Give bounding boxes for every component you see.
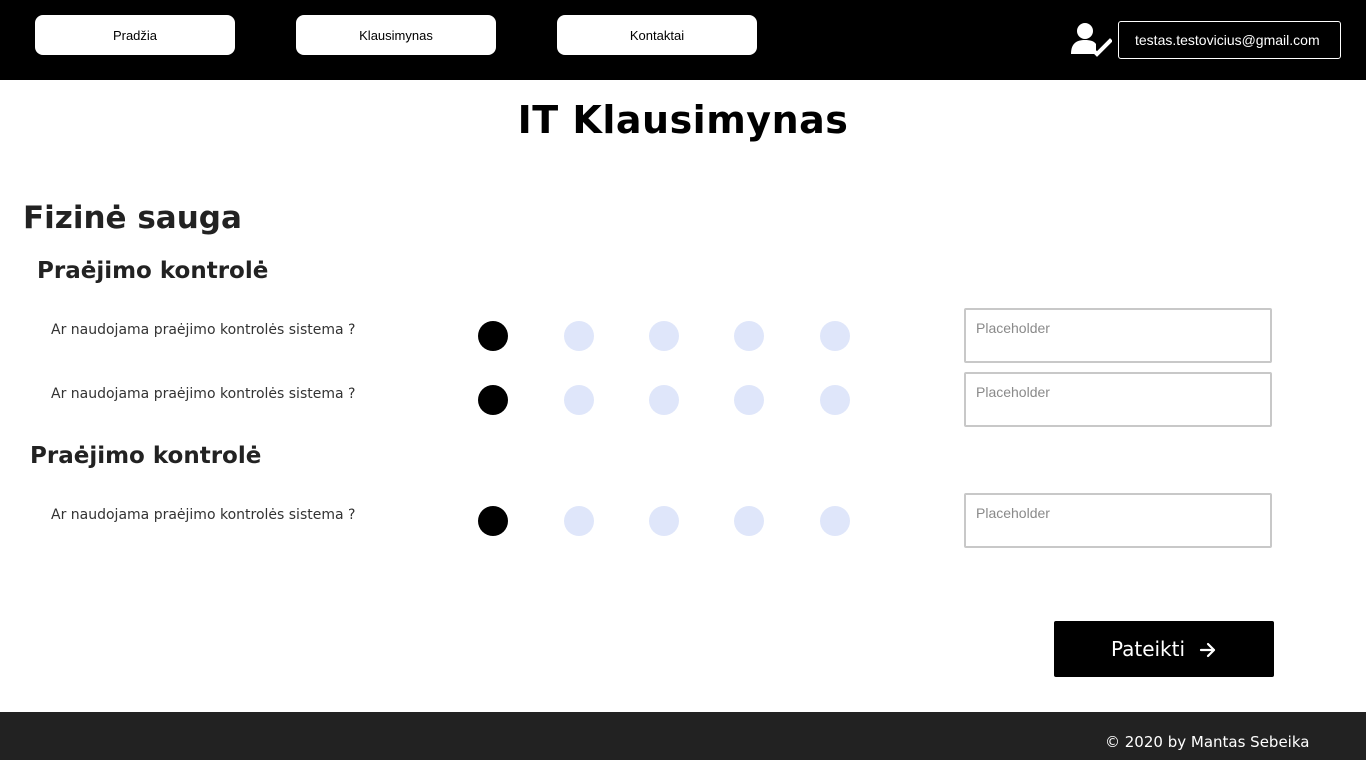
- comment-input[interactable]: [964, 308, 1272, 363]
- question-text: Ar naudojama praėjimo kontrolės sistema …: [51, 386, 356, 402]
- rating-option-3[interactable]: [649, 385, 679, 415]
- copyright-text: © 2020 by Mantas Sebeika: [1105, 733, 1310, 751]
- rating-option-2[interactable]: [564, 321, 594, 351]
- subsection-title: Praėjimo kontrolė: [37, 258, 269, 284]
- rating-option-5[interactable]: [820, 385, 850, 415]
- section-title: Fizinė sauga: [23, 200, 242, 236]
- page-title: IT Klausimynas: [517, 98, 849, 142]
- rating-option-2[interactable]: [564, 385, 594, 415]
- rating-option-2[interactable]: [564, 506, 594, 536]
- nav-button-klausimynas[interactable]: Klausimynas: [296, 15, 496, 55]
- rating-option-3[interactable]: [649, 506, 679, 536]
- rating-option-3[interactable]: [649, 321, 679, 351]
- nav-button-pradzia[interactable]: Pradžia: [35, 15, 235, 55]
- top-navigation-bar: Pradžia Klausimynas Kontaktai testas.tes…: [0, 0, 1366, 80]
- arrow-right-icon: [1199, 640, 1217, 658]
- rating-option-1[interactable]: [478, 506, 508, 536]
- rating-option-1[interactable]: [478, 321, 508, 351]
- question-text: Ar naudojama praėjimo kontrolės sistema …: [51, 507, 356, 523]
- submit-button[interactable]: Pateikti: [1054, 621, 1274, 677]
- user-check-icon[interactable]: [1070, 21, 1113, 59]
- comment-input[interactable]: [964, 493, 1272, 548]
- comment-input[interactable]: [964, 372, 1272, 427]
- submit-label: Pateikti: [1110, 637, 1186, 661]
- rating-option-1[interactable]: [478, 385, 508, 415]
- nav-button-kontaktai[interactable]: Kontaktai: [557, 15, 757, 55]
- user-email: testas.testovicius@gmail.com: [1118, 21, 1341, 59]
- rating-option-5[interactable]: [820, 321, 850, 351]
- question-text: Ar naudojama praėjimo kontrolės sistema …: [51, 322, 356, 338]
- rating-option-5[interactable]: [820, 506, 850, 536]
- footer: © 2020 by Mantas Sebeika: [0, 712, 1366, 760]
- subsection-title: Praėjimo kontrolė: [30, 443, 262, 469]
- rating-option-4[interactable]: [734, 385, 764, 415]
- rating-option-4[interactable]: [734, 321, 764, 351]
- rating-option-4[interactable]: [734, 506, 764, 536]
